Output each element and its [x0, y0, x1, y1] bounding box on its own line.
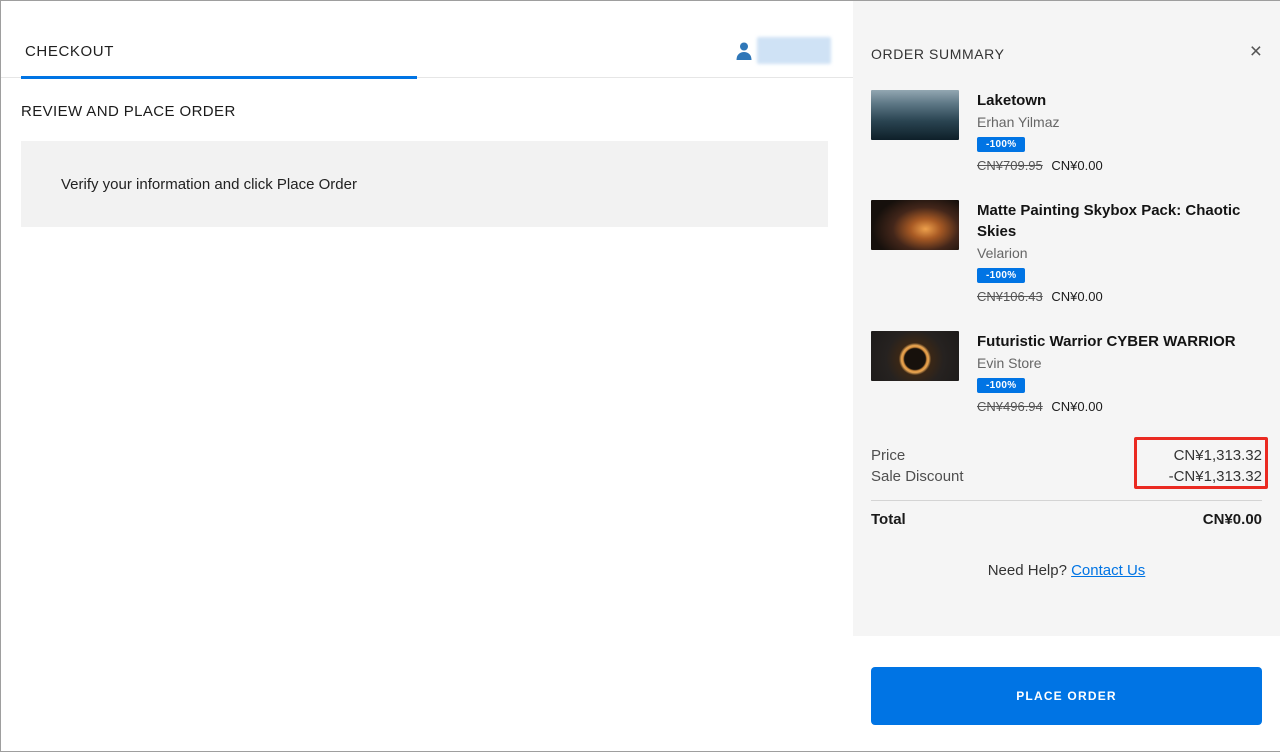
order-item: Futuristic Warrior CYBER WARRIOR Evin St… — [871, 331, 1262, 414]
total-row: Total CN¥0.00 — [871, 511, 1262, 528]
order-summary-panel: ORDER SUMMARY × Laketown Erhan Yilmaz -1… — [853, 1, 1280, 751]
help-row: Need Help? Contact Us — [871, 562, 1262, 579]
item-seller: Erhan Yilmaz — [977, 114, 1060, 130]
discount-badge: -100% — [977, 137, 1026, 152]
order-item: Matte Painting Skybox Pack: Chaotic Skie… — [871, 200, 1262, 304]
user-account-chip[interactable] — [735, 37, 831, 64]
item-title: Laketown — [977, 92, 1047, 109]
total-label: Total — [871, 511, 906, 528]
order-items-list: Laketown Erhan Yilmaz -100% CN¥709.95 CN… — [871, 90, 1262, 414]
totals-divider — [871, 500, 1262, 501]
user-icon — [736, 42, 752, 60]
checkout-window: CHECKOUT REVIEW AND PLACE ORDER Verify y… — [0, 0, 1280, 752]
order-item: Laketown Erhan Yilmaz -100% CN¥709.95 CN… — [871, 90, 1262, 173]
item-title: Futuristic Warrior CYBER WARRIOR — [977, 333, 1236, 350]
sale-discount-row: Sale Discount -CN¥1,313.32 — [871, 466, 1262, 487]
item-prices: CN¥106.43 CN¥0.00 — [977, 289, 1262, 304]
tab-checkout[interactable]: CHECKOUT — [25, 43, 114, 60]
checkout-header: CHECKOUT — [1, 1, 853, 79]
item-info: Matte Painting Skybox Pack: Chaotic Skie… — [977, 200, 1262, 304]
item-final-price: CN¥0.00 — [1051, 399, 1103, 414]
item-original-price: CN¥496.94 — [977, 399, 1043, 414]
item-info: Futuristic Warrior CYBER WARRIOR Evin St… — [977, 331, 1262, 414]
item-thumbnail-chaotic-skies — [871, 200, 959, 250]
price-value: CN¥1,313.32 — [1173, 447, 1262, 464]
place-order-button[interactable]: PLACE ORDER — [871, 667, 1262, 725]
item-info: Laketown Erhan Yilmaz -100% CN¥709.95 CN… — [977, 90, 1262, 173]
item-seller: Velarion — [977, 245, 1028, 261]
page-title: REVIEW AND PLACE ORDER — [21, 103, 236, 120]
item-seller: Evin Store — [977, 355, 1042, 371]
user-name-redacted — [757, 37, 831, 64]
verify-notice-text: Verify your information and click Place … — [61, 175, 357, 193]
checkout-main-panel: CHECKOUT REVIEW AND PLACE ORDER Verify y… — [1, 1, 853, 751]
item-original-price: CN¥709.95 — [977, 158, 1043, 173]
need-help-text: Need Help? — [987, 562, 1067, 579]
item-title: Matte Painting Skybox Pack: Chaotic Skie… — [977, 202, 1241, 240]
total-value: CN¥0.00 — [1202, 511, 1262, 528]
close-icon[interactable]: × — [1250, 41, 1262, 62]
order-summary-content: ORDER SUMMARY × Laketown Erhan Yilmaz -1… — [853, 1, 1280, 636]
item-prices: CN¥496.94 CN¥0.00 — [977, 399, 1262, 414]
price-label: Price — [871, 447, 906, 464]
discount-badge: -100% — [977, 268, 1026, 283]
sale-discount-label: Sale Discount — [871, 468, 964, 485]
item-final-price: CN¥0.00 — [1051, 158, 1103, 173]
totals-section: Price CN¥1,313.32 Sale Discount -CN¥1,31… — [871, 437, 1268, 489]
tab-active-underline — [21, 76, 417, 79]
discount-badge: -100% — [977, 378, 1026, 393]
contact-us-link[interactable]: Contact Us — [1071, 562, 1145, 579]
item-original-price: CN¥106.43 — [977, 289, 1043, 304]
item-final-price: CN¥0.00 — [1051, 289, 1103, 304]
item-thumbnail-laketown — [871, 90, 959, 140]
order-summary-header: ORDER SUMMARY × — [871, 1, 1262, 62]
price-row: Price CN¥1,313.32 — [871, 445, 1262, 466]
place-order-bar: PLACE ORDER — [853, 636, 1280, 751]
sale-discount-value: -CN¥1,313.32 — [1168, 468, 1262, 485]
verify-notice-box: Verify your information and click Place … — [21, 141, 828, 227]
order-summary-title: ORDER SUMMARY — [871, 45, 1005, 62]
item-thumbnail-cyber-warrior — [871, 331, 959, 381]
item-prices: CN¥709.95 CN¥0.00 — [977, 158, 1262, 173]
